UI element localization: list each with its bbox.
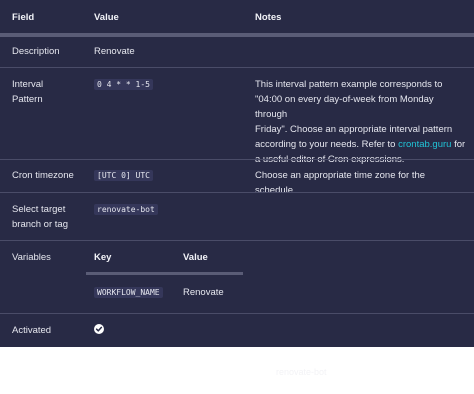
header-field: Field — [12, 12, 35, 23]
pipeline-schedule-table: Field Value Notes Description Renovate I… — [0, 0, 474, 347]
crontab-guru-link[interactable]: crontab.guru — [398, 139, 451, 150]
cron-timezone-label: Cron timezone — [12, 170, 74, 181]
variables-header-key: Key — [94, 252, 112, 263]
variables-header-divider — [86, 272, 243, 275]
check-circle-icon — [94, 324, 104, 334]
row-divider — [0, 159, 474, 160]
interval-pattern-notes: This interval pattern example correspond… — [255, 79, 466, 165]
row-divider — [0, 313, 474, 314]
variables-label: Variables — [12, 252, 51, 263]
variables-header-value: Value — [183, 252, 208, 263]
cron-timezone-notes: Choose an appropriate time zone for the … — [255, 170, 426, 196]
table-header: Field Value Notes — [0, 0, 474, 34]
activated-label: Activated — [12, 325, 52, 336]
variable-key: WORKFLOW_NAME — [94, 285, 163, 300]
description-label: Description — [12, 46, 60, 57]
variable-value: Renovate — [183, 287, 224, 298]
description-value: Renovate — [94, 46, 135, 57]
row-divider — [0, 192, 474, 193]
faint-footer-text: renovate-bot — [276, 367, 327, 377]
cron-timezone-value: [UTC 0] UTC — [94, 168, 153, 183]
header-divider — [0, 33, 474, 37]
header-notes: Notes — [255, 12, 282, 23]
interval-pattern-label: Interval Pattern — [12, 79, 44, 105]
interval-pattern-value: 0 4 * * 1-5 — [94, 77, 153, 92]
row-divider — [0, 240, 474, 241]
target-branch-label: Select target branch or tag — [12, 204, 68, 230]
row-divider — [0, 67, 474, 68]
target-branch-value: renovate-bot — [94, 202, 158, 217]
header-value: Value — [94, 12, 119, 23]
